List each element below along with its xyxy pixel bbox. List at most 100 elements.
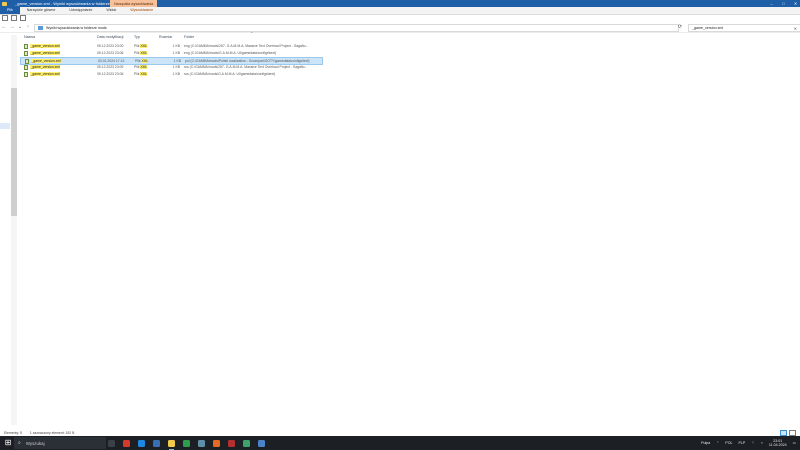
- weather-text[interactable]: Pułpa: [701, 441, 710, 445]
- editor-icon[interactable]: [243, 439, 250, 447]
- mail-icon[interactable]: [153, 439, 160, 447]
- language-indicator[interactable]: POL: [725, 441, 732, 445]
- refresh-icon[interactable]: ⟳: [678, 24, 682, 30]
- tray-chevron-icon[interactable]: ⌃: [716, 441, 719, 445]
- file-folder: eng (C:\GAMMA\mods\257- G.A.M.M.A. Massi…: [184, 43, 309, 48]
- window-controls: – □ ✕: [769, 0, 798, 7]
- notifications-icon[interactable]: ▭: [793, 441, 796, 445]
- title-bar[interactable]: _game_version.xml - Wyniki wyszukiwania …: [0, 0, 800, 7]
- file-date: 05.12.2023 23:06: [97, 71, 124, 76]
- navigation-pane: [0, 33, 18, 428]
- address-path-text: Wyniki wyszukiwania w folderze mods: [46, 26, 107, 30]
- clear-search-icon[interactable]: ✕: [794, 26, 797, 31]
- forward-arrow-icon[interactable]: →: [8, 24, 16, 30]
- nav-selected-item[interactable]: [0, 123, 10, 129]
- file-size: 1 KB: [172, 64, 180, 69]
- column-size[interactable]: Rozmiar: [159, 35, 172, 39]
- search-folder-icon: [38, 26, 43, 30]
- tab-home[interactable]: Narzędzie główne: [20, 7, 63, 14]
- new-folder-icon[interactable]: [11, 15, 17, 21]
- tab-share[interactable]: Udostępnianie: [62, 7, 99, 14]
- file-name: _game_version.xml: [31, 58, 62, 63]
- search-icon: ⌕: [18, 440, 21, 446]
- system-tray: Pułpa ⌃ POL PLP ⌔ ◖ 23:01 11.04.2024 ▭: [701, 436, 796, 450]
- wifi-icon[interactable]: ⌔: [751, 441, 754, 446]
- file-row[interactable]: _game_version.xml 05.12.2023 23:06 Plik …: [20, 50, 321, 56]
- xml-file-icon: [24, 64, 28, 70]
- file-folder: rus (C:\GAMMA\mods\257- G.A.M.M.A. Massi…: [184, 64, 308, 69]
- up-arrow-icon[interactable]: ↑: [24, 24, 32, 30]
- customize-icon[interactable]: [20, 15, 26, 21]
- maximize-icon[interactable]: □: [781, 1, 786, 6]
- folder-icon: [2, 1, 7, 6]
- selection-info: 1 zaznaczony element: 192 B: [29, 431, 75, 435]
- properties-icon[interactable]: [2, 15, 8, 21]
- column-type[interactable]: Typ: [134, 35, 140, 39]
- minimize-icon[interactable]: –: [769, 1, 774, 6]
- file-size: 1 KB: [173, 58, 181, 63]
- file-date: 05.12.2023 23:06: [97, 50, 124, 55]
- clock-date: 11.04.2024: [768, 443, 787, 447]
- file-row[interactable]: _game_version.xml 05.12.2023 23:06 Plik …: [20, 71, 321, 77]
- xml-file-icon: [24, 43, 28, 49]
- windows-start-icon[interactable]: ⊞: [4, 439, 12, 447]
- search-input[interactable]: _game_version.xml ✕: [688, 24, 800, 32]
- game-icon[interactable]: [228, 439, 235, 447]
- column-headers: ⌃ Nazwa Data modyfikacji Typ Rozmiar Fol…: [20, 31, 340, 41]
- file-type: Plik XML: [134, 71, 148, 76]
- app-icon[interactable]: [198, 439, 205, 447]
- quick-access-toolbar: [0, 15, 26, 21]
- file-size: 1 KB: [172, 43, 180, 48]
- taskbar: ⊞ ⌕ Wyszukaj Pułpa ⌃ POL PLP ⌔ ◖ 23:01 1…: [0, 436, 800, 450]
- column-folder[interactable]: Folder: [184, 35, 194, 39]
- close-icon[interactable]: ✕: [793, 1, 798, 6]
- file-date: 03.01.2024 17:13: [98, 58, 125, 63]
- file-name: _game_version.xml: [30, 50, 61, 55]
- xml-file-icon: [24, 71, 28, 77]
- tab-file[interactable]: Plik: [0, 7, 20, 14]
- nav-scrollbar-thumb[interactable]: [11, 88, 17, 216]
- tab-search[interactable]: Wyszukiwanie: [123, 7, 160, 14]
- file-size: 1 KB: [172, 71, 180, 76]
- file-type: Plik XML: [134, 43, 148, 48]
- window-title: _game_version.xml - Wyniki wyszukiwania …: [15, 1, 121, 6]
- volume-icon[interactable]: ◖: [761, 441, 763, 445]
- file-folder: pol (C:\GAMMA\mods\Polish localization -…: [185, 58, 310, 63]
- keyboard-indicator[interactable]: PLP: [739, 441, 746, 445]
- column-name[interactable]: Nazwa: [24, 35, 35, 39]
- xml-file-icon: [25, 58, 29, 64]
- back-arrow-icon[interactable]: ←: [0, 24, 8, 30]
- chrome-icon[interactable]: [123, 439, 130, 447]
- xbox-icon[interactable]: [183, 439, 190, 447]
- file-date: 05.12.2023 23:09: [97, 64, 124, 69]
- recent-chevron-icon[interactable]: ⌄: [16, 24, 24, 30]
- task-view-icon[interactable]: [108, 439, 115, 447]
- xml-file-icon: [24, 50, 28, 56]
- clock[interactable]: 23:01 11.04.2024: [769, 439, 787, 447]
- file-size: 1 KB: [172, 50, 180, 55]
- file-folder: eng (C:\GAMMA\mods\G.A.M.M.A. UI\gamedat…: [184, 50, 277, 55]
- tool-icon[interactable]: [258, 439, 265, 447]
- edge-icon[interactable]: [138, 439, 145, 447]
- taskbar-apps: [108, 436, 265, 450]
- item-count: Elementy: 5: [4, 431, 22, 435]
- tab-view[interactable]: Widok: [99, 7, 123, 14]
- file-date: 05.12.2023 23:00: [97, 43, 124, 48]
- file-explorer-icon[interactable]: [168, 439, 175, 450]
- ribbon-tabs: Plik Narzędzie główne Udostępnianie Wido…: [0, 7, 800, 15]
- file-type: Plik XML: [135, 58, 149, 63]
- column-date[interactable]: Data modyfikacji: [97, 35, 123, 39]
- file-name: _game_version.xml: [30, 64, 61, 69]
- address-path[interactable]: Wyniki wyszukiwania w folderze mods: [34, 24, 679, 32]
- taskbar-search[interactable]: ⌕ Wyszukaj: [14, 437, 106, 449]
- sort-chevron-icon: ⌃: [250, 31, 254, 36]
- file-type: Plik XML: [134, 50, 148, 55]
- file-type: Plik XML: [134, 64, 148, 69]
- context-tab-search-tools[interactable]: Narzędzia wyszukiwania: [110, 0, 158, 7]
- file-folder: rus (C:\GAMMA\mods\G.A.M.M.A. UI\gamedat…: [184, 71, 276, 76]
- browser-icon[interactable]: [213, 439, 220, 447]
- file-name: _game_version.xml: [30, 43, 61, 48]
- taskbar-search-placeholder: Wyszukaj: [25, 440, 45, 446]
- file-row[interactable]: _game_version.xml 05.12.2023 23:00 Plik …: [20, 43, 321, 49]
- file-row[interactable]: _game_version.xml 05.12.2023 23:09 Plik …: [20, 64, 321, 70]
